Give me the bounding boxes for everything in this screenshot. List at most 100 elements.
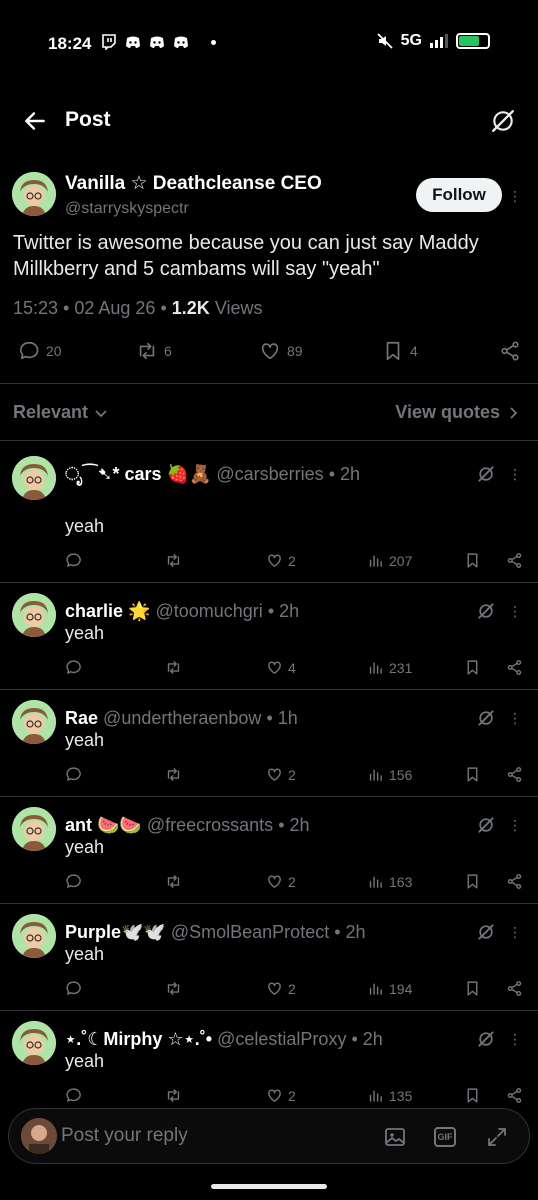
reply-item[interactable]: charlie 🌟 @toomuchgri • 2h ⋮ yeah 4 231	[0, 593, 538, 699]
grok-icon[interactable]	[490, 108, 516, 134]
reply-item[interactable]: Purple🕊️🕊️ @SmolBeanProtect • 2h ⋮ yeah …	[0, 914, 538, 1020]
bookmark-action[interactable]	[464, 766, 481, 783]
views-action[interactable]: 231	[367, 659, 412, 676]
reply-item[interactable]: ೃ⁀➷* cars 🍓🧸 @carsberries • 2h ⋮ yeah 2 …	[0, 456, 538, 582]
analytics-icon	[369, 555, 382, 567]
twitch-icon	[102, 34, 116, 50]
share-action[interactable]	[506, 1087, 523, 1104]
reply-action[interactable]	[65, 980, 82, 997]
repost-action[interactable]	[165, 766, 182, 783]
reply-action[interactable]: 20	[18, 340, 62, 362]
reply-avatar[interactable]	[12, 807, 56, 851]
more-options-icon[interactable]: ⋮	[507, 817, 523, 833]
grok-icon[interactable]	[476, 708, 496, 728]
share-icon	[507, 553, 522, 568]
more-options-icon[interactable]: ⋮	[507, 466, 523, 482]
divider	[0, 903, 538, 904]
more-options-icon[interactable]: ⋮	[507, 1031, 523, 1047]
share-action[interactable]	[506, 980, 523, 997]
grok-icon[interactable]	[476, 815, 496, 835]
reply-author-name[interactable]: ⋆.˚☾Mirphy ☆⋆.˚•	[65, 1029, 212, 1049]
bookmark-action[interactable]	[464, 552, 481, 569]
reply-action[interactable]	[65, 1087, 82, 1104]
views-action[interactable]: 194	[367, 980, 412, 997]
more-options-icon[interactable]: ⋮	[507, 603, 523, 619]
reply-author-name[interactable]: Rae	[65, 708, 98, 728]
share-action[interactable]	[499, 340, 521, 362]
reply-time: 2h	[289, 815, 310, 835]
like-action[interactable]: 89	[259, 340, 303, 362]
bookmark-action[interactable]	[464, 659, 481, 676]
like-action[interactable]: 2	[266, 980, 296, 997]
views-action[interactable]: 156	[367, 766, 412, 783]
gif-button[interactable]: GIF	[434, 1127, 456, 1147]
reply-avatar[interactable]	[12, 700, 56, 744]
bookmark-action[interactable]	[464, 980, 481, 997]
like-action[interactable]: 4	[266, 659, 296, 676]
views-action[interactable]: 135	[367, 1087, 412, 1104]
network-type: 5G	[400, 32, 422, 49]
author-avatar[interactable]	[12, 172, 56, 216]
grok-icon[interactable]	[476, 464, 496, 484]
expand-icon[interactable]	[485, 1125, 509, 1149]
like-action[interactable]: 2	[266, 766, 296, 783]
sort-dropdown[interactable]: Relevant	[13, 402, 108, 423]
reply-author-name[interactable]: ೃ⁀➷* cars 🍓🧸	[65, 464, 211, 484]
reply-avatar[interactable]	[12, 456, 56, 500]
grok-icon[interactable]	[476, 922, 496, 942]
reply-item[interactable]: Rae @undertheraenbow • 1h ⋮ yeah 2 156	[0, 700, 538, 806]
author-handle[interactable]: @starryskyspectr	[65, 200, 189, 218]
share-action[interactable]	[506, 873, 523, 890]
reply-composer[interactable]: Post your reply GIF	[8, 1108, 530, 1164]
repost-action[interactable]	[165, 552, 182, 569]
reply-author-name[interactable]: Purple🕊️🕊️	[65, 922, 166, 942]
reply-action[interactable]	[65, 659, 82, 676]
views-action[interactable]: 163	[367, 873, 412, 890]
reply-avatar[interactable]	[12, 914, 56, 958]
repost-action[interactable]	[165, 873, 182, 890]
reply-action[interactable]	[65, 766, 82, 783]
author-name[interactable]: Vanilla ☆ Deathcleanse CEO	[65, 172, 322, 195]
more-options-icon[interactable]: ⋮	[507, 188, 523, 204]
bookmark-action[interactable]: 4	[382, 340, 418, 362]
like-action[interactable]: 2	[266, 552, 296, 569]
views-label[interactable]: Views	[215, 298, 263, 318]
grok-icon[interactable]	[476, 601, 496, 621]
like-action[interactable]: 2	[266, 873, 296, 890]
repost-action[interactable]	[165, 659, 182, 676]
share-action[interactable]	[506, 659, 523, 676]
reply-action[interactable]	[65, 552, 82, 569]
views-action[interactable]: 207	[367, 552, 412, 569]
reply-author-handle[interactable]: @toomuchgri	[155, 601, 262, 621]
reply-author-handle[interactable]: @SmolBeanProtect	[171, 922, 329, 942]
bookmark-action[interactable]	[464, 873, 481, 890]
share-action[interactable]	[506, 766, 523, 783]
reply-author-name[interactable]: ant 🍉🍉	[65, 815, 142, 835]
reply-author-handle[interactable]: @freecrossants	[147, 815, 273, 835]
like-action[interactable]: 2	[266, 1087, 296, 1104]
reply-input[interactable]: Post your reply	[61, 1125, 188, 1147]
reply-author-handle[interactable]: @undertheraenbow	[103, 708, 261, 728]
bookmark-action[interactable]	[464, 1087, 481, 1104]
reply-like-count: 2	[288, 980, 296, 997]
reply-action[interactable]	[65, 873, 82, 890]
reply-author-handle[interactable]: @carsberries	[216, 464, 323, 484]
more-options-icon[interactable]: ⋮	[507, 710, 523, 726]
repost-action[interactable]	[165, 1087, 182, 1104]
reply-author-name[interactable]: charlie 🌟	[65, 601, 150, 621]
follow-button[interactable]: Follow	[416, 178, 502, 212]
back-arrow-icon[interactable]	[22, 108, 48, 134]
view-quotes-link[interactable]: View quotes	[395, 402, 520, 423]
home-indicator[interactable]	[211, 1184, 327, 1189]
repost-action[interactable]: 6	[136, 340, 172, 362]
reply-item[interactable]: ant 🍉🍉 @freecrossants • 2h ⋮ yeah 2 163	[0, 807, 538, 913]
reply-avatar[interactable]	[12, 1021, 56, 1065]
image-icon[interactable]	[383, 1125, 407, 1149]
share-action[interactable]	[506, 552, 523, 569]
bookmark-icon	[467, 1088, 478, 1103]
more-options-icon[interactable]: ⋮	[507, 924, 523, 940]
reply-author-handle[interactable]: @celestialProxy	[217, 1029, 346, 1049]
reply-avatar[interactable]	[12, 593, 56, 637]
repost-action[interactable]	[165, 980, 182, 997]
grok-icon[interactable]	[476, 1029, 496, 1049]
